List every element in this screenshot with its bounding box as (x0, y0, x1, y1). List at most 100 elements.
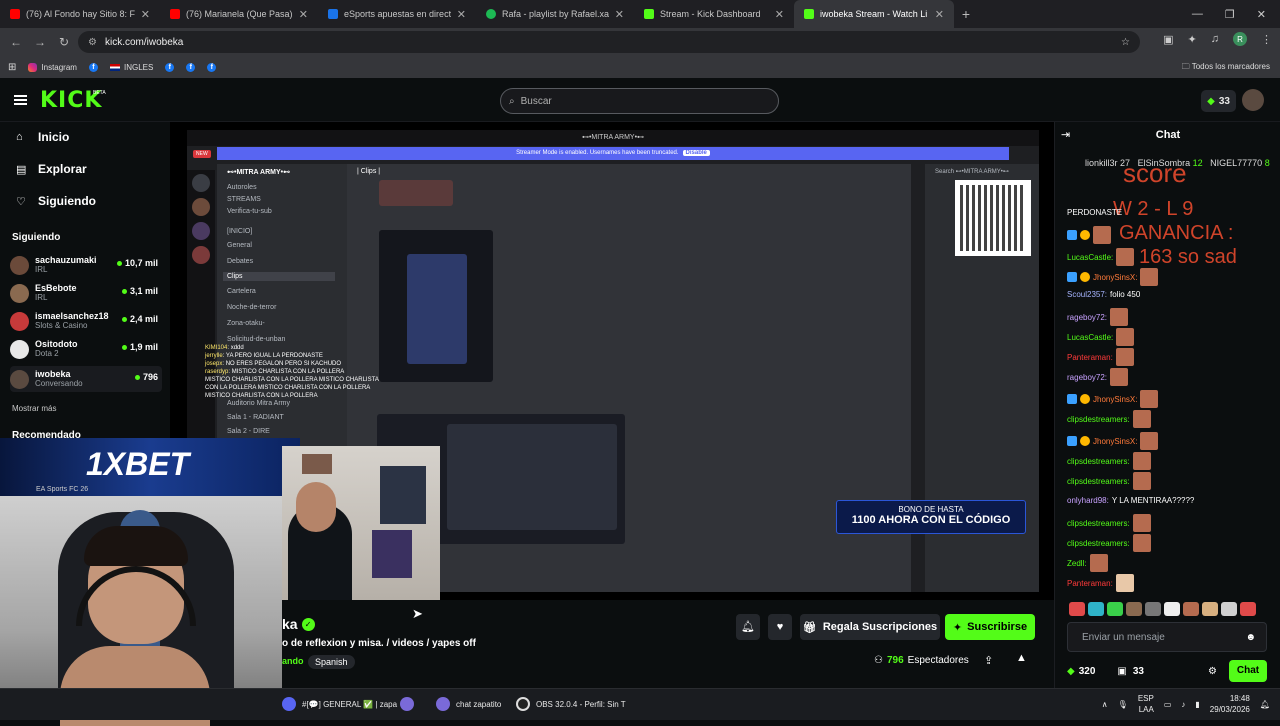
close-icon[interactable]: ✕ (141, 8, 150, 21)
browser-tab[interactable]: Stream - Kick Dashboard ✕ (634, 0, 794, 28)
reload-icon[interactable]: ↻ (52, 35, 76, 49)
user-avatar[interactable] (1242, 89, 1264, 111)
channel-item[interactable]: Cartelera (227, 288, 256, 295)
battery-icon[interactable]: ▮ (1195, 700, 1199, 709)
close-window-icon[interactable]: ✕ (1257, 8, 1266, 21)
subscribe-button[interactable]: ✦ Suscribirse (945, 614, 1035, 640)
emote-icon[interactable] (1164, 602, 1180, 616)
close-icon[interactable]: ✕ (935, 8, 944, 21)
emoji-icon[interactable]: ☻ (1245, 623, 1256, 653)
browser-tab[interactable]: Rafa - playlist by Rafael.xared |✕ (476, 0, 634, 28)
emote-icon[interactable] (1183, 602, 1199, 616)
taskbar-item[interactable]: chat zapatito (436, 697, 501, 711)
close-icon[interactable]: ✕ (457, 8, 466, 21)
screenshot-icon[interactable]: ▣ (1163, 33, 1173, 46)
emote-icon[interactable] (1107, 602, 1123, 616)
site-info-icon[interactable]: ⚙ (88, 37, 97, 48)
browser-tab[interactable]: (76) Marianela (Que Pasa) (Exte✕ (160, 0, 318, 28)
channel-item[interactable]: Autoroles (227, 184, 257, 191)
channel-item[interactable]: Solicitud-de-unban (227, 336, 285, 343)
taskbar-item-obs[interactable]: OBS 32.0.4 - Perfil: Sin T (516, 697, 626, 711)
member-search[interactable]: Search ⊷•MITRA ARMY•⊷ (935, 168, 1009, 175)
notifications-icon[interactable]: 🔔︎ (1260, 700, 1270, 709)
gift-subs-button[interactable]: 🎁︎ Regala Suscripciones (800, 614, 940, 640)
minimize-icon[interactable]: — (1192, 8, 1203, 20)
channel-item[interactable]: Sala 2 - DIRE (227, 428, 270, 435)
channel-category[interactable]: [INICIO] (227, 228, 252, 235)
bookmark-facebook[interactable]: f (186, 62, 196, 72)
channel-item[interactable]: Sala 1 - RADIANT (227, 414, 284, 421)
bookmark-ingles[interactable]: INGLES (109, 63, 153, 72)
all-bookmarks[interactable]: 🗀 Todos los marcadores (1182, 61, 1270, 75)
clock[interactable]: 18:48 29/03/2026 (1210, 693, 1250, 715)
monitor-icon[interactable]: ▭ (1164, 700, 1172, 709)
share-icon[interactable]: ⇪ (984, 654, 993, 667)
apps-grid-icon[interactable]: ⊞ (8, 62, 16, 73)
nav-inicio[interactable]: ⌂ Inicio (16, 130, 69, 144)
extensions-icon[interactable]: ✦ (1188, 33, 1197, 46)
bookmark-facebook[interactable]: f (88, 62, 98, 72)
followed-channel[interactable]: EsBebote IRL 3,1 mil (10, 280, 162, 306)
forward-icon[interactable]: → (28, 35, 52, 49)
followed-channel-current[interactable]: iwobeka Conversando 796 (10, 366, 162, 392)
browser-tab[interactable]: (76) Al Fondo hay Sitio 8: Ferna✕ (0, 0, 160, 28)
channel-item[interactable]: STREAMS (227, 196, 261, 203)
language-tag[interactable]: Spanish (308, 655, 355, 669)
back-icon[interactable]: ← (4, 35, 28, 49)
followed-channel[interactable]: ismaelsanchez18 Slots & Casino 2,4 mil (10, 308, 162, 334)
bookmark-facebook[interactable]: f (207, 62, 217, 72)
disable-button[interactable]: Disable (682, 150, 710, 156)
taskbar-item[interactable] (400, 697, 414, 711)
channel-item[interactable]: Noche-de-terror (227, 304, 276, 311)
channel-item[interactable]: Debates (227, 258, 253, 265)
bookmark-facebook[interactable]: f (165, 62, 175, 72)
emote-icon[interactable] (1145, 602, 1161, 616)
channel-item[interactable]: Auditorio Mitra Army (227, 400, 290, 407)
microphone-icon[interactable]: 🎙︎ (1118, 700, 1128, 709)
channel-name[interactable]: ka ✓ (282, 616, 315, 632)
followed-channel[interactable]: sachauzumaki IRL 10,7 mil (10, 252, 162, 278)
channel-item[interactable]: Verifica-tu-sub (227, 208, 272, 215)
emote-icon[interactable] (1240, 602, 1256, 616)
nav-explorar[interactable]: ▤ Explorar (16, 162, 87, 176)
report-icon[interactable]: ▲ (1016, 652, 1027, 664)
follow-button[interactable]: ♥ (768, 614, 792, 640)
show-more-link[interactable]: Mostrar más (12, 404, 56, 413)
emote-icon[interactable] (1202, 602, 1218, 616)
taskbar-item-discord[interactable]: #[💬] GENERAL ✅ | zapa (282, 697, 397, 711)
emote-icon[interactable] (1088, 602, 1104, 616)
followed-channel[interactable]: Ositodoto Dota 2 1,9 mil (10, 336, 162, 362)
hamburger-menu-icon[interactable] (14, 95, 27, 105)
browser-tab-active[interactable]: iwobeka Stream - Watch Li ✕ (794, 0, 954, 28)
channel-item[interactable]: Zona-otaku- (227, 320, 265, 327)
new-tab-button[interactable]: + (954, 6, 978, 22)
close-icon[interactable]: ✕ (615, 8, 624, 21)
media-icon[interactable]: ♫ (1211, 33, 1219, 45)
emote-icon[interactable] (1069, 602, 1085, 616)
channel-item-active[interactable]: Clips (223, 272, 335, 281)
search-input[interactable]: ⌕ Buscar (500, 88, 779, 114)
bookmark-star-icon[interactable]: ☆ (1121, 37, 1130, 48)
browser-tab[interactable]: eSports apuestas en directo ⊳✕ (318, 0, 476, 28)
nav-siguiendo[interactable]: ♡ Siguiendo (16, 194, 96, 208)
stream-category[interactable]: ando (282, 656, 304, 666)
notifications-button[interactable]: 🔔︎ (736, 614, 760, 640)
menu-icon[interactable]: ⋮ (1261, 33, 1272, 46)
maximize-icon[interactable]: ❐ (1225, 8, 1235, 21)
input-language[interactable]: ESP LAA (1138, 693, 1154, 715)
settings-icon[interactable]: ⚙ (1208, 666, 1217, 677)
gift-icon[interactable]: ▣ (1117, 666, 1126, 677)
profile-avatar[interactable]: R (1233, 32, 1247, 46)
channel-item[interactable]: General (227, 242, 252, 249)
emote-icon[interactable] (1126, 602, 1142, 616)
kick-points-button[interactable]: ◆ 33 (1201, 90, 1236, 112)
send-chat-button[interactable]: Chat (1229, 660, 1267, 682)
volume-icon[interactable]: ♪ (1181, 700, 1185, 709)
emote-icon[interactable] (1221, 602, 1237, 616)
chevron-up-icon[interactable]: ∧ (1102, 700, 1108, 709)
bookmark-instagram[interactable]: Instagram (28, 62, 77, 72)
close-icon[interactable]: ✕ (299, 8, 308, 21)
chat-input[interactable]: Enviar un mensaje ☻ (1067, 622, 1267, 652)
close-icon[interactable]: ✕ (775, 8, 784, 21)
url-input[interactable]: ⚙ kick.com/iwobeka ☆ (78, 31, 1140, 53)
